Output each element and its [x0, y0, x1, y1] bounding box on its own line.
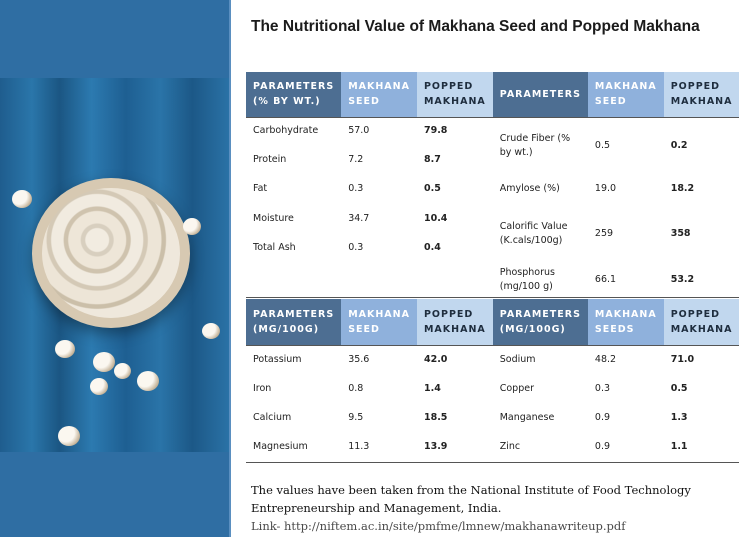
- table-cell: Crude Fiber (% by wt.): [499, 132, 571, 158]
- table-cell: 1.4: [423, 382, 441, 394]
- table-cell: Zinc: [499, 440, 521, 452]
- table-cell: 8.7: [423, 153, 441, 165]
- table-cell: Moisture: [253, 212, 294, 224]
- table-cell: 0.2: [670, 139, 688, 151]
- table-cell: Potassium: [253, 353, 302, 365]
- table-cell: 48.2: [594, 353, 617, 365]
- header-parameters: PARAMETERS (% BY WT.): [246, 72, 342, 117]
- table-cell: 18.5: [423, 411, 448, 423]
- table-cell: Carbohydrate: [253, 125, 319, 137]
- header-popped-makhana: POPPED MAKHANA: [663, 299, 740, 345]
- table-cell: Fat: [253, 183, 268, 194]
- table-cell: [417, 263, 493, 297]
- header-popped-makhana: POPPED MAKHANA: [416, 299, 493, 345]
- table-row: Carbohydrate 57.0 79.8 Crude Fiber (% by…: [246, 117, 739, 158]
- table-cell: 11.3: [348, 440, 370, 452]
- table-row: Phosphorus (mg/100 g) 66.1 53.2: [246, 263, 739, 297]
- source-note: The values have been taken from the Nati…: [251, 481, 721, 535]
- table-cell: 10.4: [423, 212, 448, 224]
- scattered-seed: [12, 190, 32, 208]
- table-cell: 18.2: [670, 183, 695, 194]
- table-cell: 66.1: [594, 273, 617, 285]
- table-cell: 0.8: [348, 382, 364, 394]
- nutrition-table-mg: PARAMETERS (MG/100G) MAKHANA SEED POPPED…: [246, 299, 740, 463]
- scattered-seed: [58, 426, 80, 446]
- table-cell: 0.3: [594, 382, 611, 394]
- header-parameters: PARAMETERS (MG/100G): [246, 299, 342, 345]
- table-cell: [341, 263, 417, 297]
- makhana-seeds-image: [42, 188, 180, 318]
- source-text-line: Entrepreneurship and Management, India.: [251, 501, 502, 515]
- table-cell: Manganese: [499, 411, 555, 423]
- scattered-seed: [90, 378, 108, 395]
- source-link[interactable]: Link- http://niftem.ac.in/site/pmfme/lmn…: [251, 517, 721, 535]
- table-cell: 0.9: [594, 440, 611, 452]
- table-cell: Protein: [253, 153, 287, 165]
- left-panel: [0, 0, 229, 537]
- table-cell: 13.9: [423, 440, 448, 452]
- header-makhana-seed: MAKHANA SEED: [341, 299, 417, 345]
- table-cell: Amylose (%): [499, 183, 560, 194]
- table-row: Moisture 34.7 10.4 Calorific Value (K.ca…: [246, 204, 739, 246]
- table-cell: 0.9: [594, 411, 611, 423]
- scattered-seed: [183, 218, 201, 235]
- table-cell: 0.5: [423, 183, 441, 194]
- header-popped-makhana: POPPED MAKHANA: [663, 72, 740, 117]
- table-cell: Calcium: [253, 411, 292, 423]
- table-cell: Magnesium: [253, 440, 308, 452]
- table-cell: 259: [594, 227, 614, 239]
- table-cell: 7.2: [348, 153, 364, 165]
- table-cell: [246, 263, 341, 297]
- table-cell: 57.0: [348, 125, 370, 137]
- table-cell: 358: [670, 227, 691, 239]
- table-cell: Phosphorus (mg/100 g): [499, 266, 555, 292]
- scattered-seed: [55, 340, 75, 358]
- table-row: Calcium 9.5 18.5 Manganese 0.9 1.3: [246, 403, 739, 432]
- table-row: Magnesium 11.3 13.9 Zinc 0.9 1.1: [246, 432, 739, 462]
- table-cell: Sodium: [499, 353, 536, 365]
- bowl-image: [32, 178, 190, 328]
- table-cell: Iron: [253, 382, 272, 394]
- source-text-line: The values have been taken from the Nati…: [251, 483, 691, 497]
- header-makhana-seeds: MAKHANA SEEDS: [587, 299, 664, 345]
- table-cell: 71.0: [670, 353, 695, 365]
- table-cell: 0.5: [594, 139, 611, 151]
- table-cell: Total Ash: [253, 242, 296, 253]
- table-row: Potassium 35.6 42.0 Sodium 48.2 71.0: [246, 345, 739, 374]
- table-cell: 19.0: [594, 183, 617, 194]
- table-cell: 0.5: [670, 382, 688, 394]
- table-cell: 34.7: [348, 212, 370, 224]
- makhana-bowl-photo: [0, 78, 229, 452]
- page-title: The Nutritional Value of Makhana Seed an…: [251, 18, 700, 35]
- table-cell: 0.3: [348, 242, 364, 253]
- panel-divider: [229, 0, 231, 537]
- table-row: Fat 0.3 0.5 Amylose (%) 19.0 18.2: [246, 174, 739, 204]
- header-parameters: PARAMETERS (MG/100G): [492, 299, 588, 345]
- table-cell: 79.8: [423, 125, 448, 137]
- header-makhana-seed: MAKHANA SEED: [587, 72, 664, 117]
- scattered-seed: [93, 352, 115, 372]
- header-popped-makhana: POPPED MAKHANA: [416, 72, 493, 117]
- table-cell: 0.4: [423, 242, 441, 253]
- table-cell: Calorific Value (K.cals/100g): [499, 220, 568, 246]
- table-cell: 1.3: [670, 411, 688, 423]
- table-cell: 35.6: [348, 353, 370, 365]
- scattered-seed: [202, 323, 220, 339]
- table-cell: 1.1: [670, 440, 688, 452]
- table-cell: 9.5: [348, 411, 364, 423]
- table-cell: 42.0: [423, 353, 448, 365]
- header-parameters: PARAMETERS: [492, 72, 588, 117]
- scattered-seed: [114, 363, 131, 379]
- table-cell: 0.3: [348, 183, 364, 194]
- header-makhana-seed: MAKHANA SEED: [341, 72, 417, 117]
- table-cell: 53.2: [670, 273, 695, 285]
- nutrition-table-percent: PARAMETERS (% BY WT.) MAKHANA SEED POPPE…: [246, 72, 740, 298]
- table-cell: Copper: [499, 382, 534, 394]
- scattered-seed: [137, 371, 159, 391]
- table-row: Iron 0.8 1.4 Copper 0.3 0.5: [246, 374, 739, 403]
